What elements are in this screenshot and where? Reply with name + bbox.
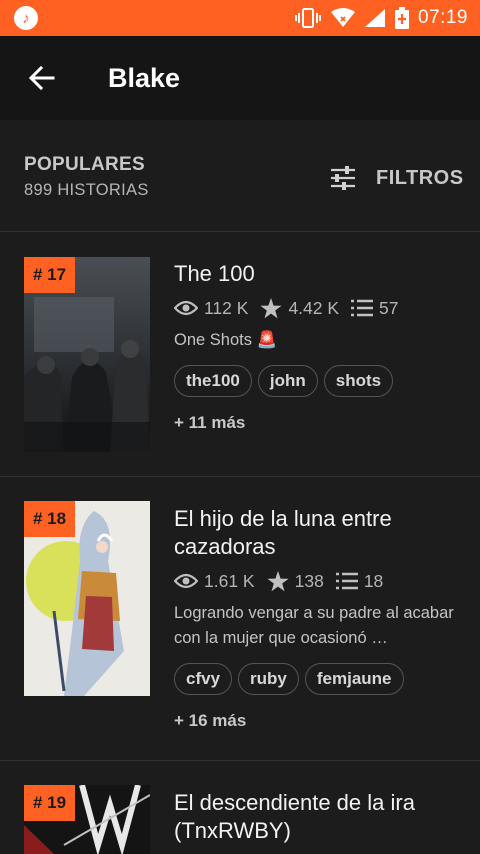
rank-badge: # 17 [24,257,76,293]
more-tags[interactable]: + 11 más [174,413,464,433]
story-stats: 1.61 K 138 18 [174,569,464,593]
eye-icon [174,573,198,589]
tag-chip[interactable]: john [257,365,318,397]
story-title[interactable]: The 100 [174,260,464,288]
app-bar: Blake [0,36,480,120]
story-stats: 112 K 4.42 K 57 [174,296,464,320]
story-description: One Shots 🚨 [174,331,278,349]
story-cover[interactable]: # 18 [24,501,150,696]
tag-chip[interactable]: shots [323,365,394,397]
tag-list: the100 john shots [174,365,464,397]
filters-button[interactable]: FILTROS [330,158,470,198]
list-icon [335,572,358,590]
reads-count: 112 K [204,297,249,318]
back-button[interactable] [0,36,84,120]
tune-icon [331,166,355,190]
rank-badge: # 19 [24,785,76,821]
star-icon [267,570,289,591]
page-title: Blake [108,62,181,93]
story-item[interactable]: # 18 El hijo de la luna entre cazadoras … [0,477,480,761]
story-title[interactable]: El descendiente de la ira (TnxRWBY) [174,789,464,845]
filters-label: FILTROS [376,166,464,189]
story-cover[interactable]: # 19 [24,785,150,854]
eye-icon [174,300,198,316]
status-bar: ♪ 07:19 [0,0,480,36]
wifi-icon [330,8,355,27]
tag-chip[interactable]: ruby [238,663,299,695]
story-item[interactable]: # 17 The 100 112 K 4.42 K 57 One Shots 🚨… [0,232,480,477]
sort-label[interactable]: POPULARES [24,154,145,176]
signal-icon [364,9,385,27]
star-icon [260,297,283,318]
status-clock: 07:19 [417,7,468,28]
story-info: The 100 112 K 4.42 K 57 One Shots 🚨 the1… [174,260,464,433]
story-description: Logrando vengar a su padre al acabar con… [174,604,454,647]
sort-bar: POPULARES 899 HISTORIAS FILTROS [0,120,480,232]
more-tags[interactable]: + 16 más [174,711,464,731]
story-item[interactable]: # 19 El descendiente de la ira (TnxRWBY) [0,761,480,854]
tag-chip[interactable]: femjaune [304,663,404,695]
rank-badge: # 18 [24,501,76,537]
reads-count: 1.61 K [204,570,255,591]
votes-count: 138 [294,570,324,591]
vibrate-icon [294,8,321,28]
story-title[interactable]: El hijo de la luna entre cazadoras [174,505,464,561]
story-info: El hijo de la luna entre cazadoras 1.61 … [174,505,464,731]
back-arrow-icon [29,66,55,90]
battery-icon [394,7,409,29]
music-note-icon: ♪ [14,6,38,30]
tag-list: cfvy ruby femjaune [174,663,464,695]
story-count: 899 HISTORIAS [24,181,149,199]
story-info: El descendiente de la ira (TnxRWBY) [174,789,464,845]
parts-count: 57 [379,297,399,318]
tag-chip[interactable]: the100 [174,365,252,397]
tag-chip[interactable]: cfvy [174,663,233,695]
votes-count: 4.42 K [288,297,340,318]
list-icon [351,299,374,317]
parts-count: 18 [363,570,384,591]
story-cover[interactable]: # 17 [24,257,150,452]
